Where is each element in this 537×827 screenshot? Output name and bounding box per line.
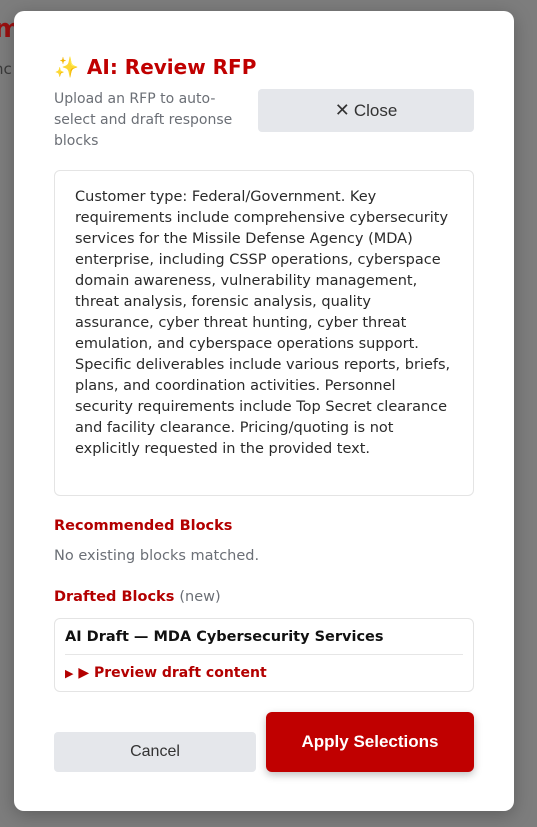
drafted-blocks-heading-text: Drafted Blocks [54, 589, 175, 605]
disclosure-triangle-icon: ▶ [65, 667, 74, 680]
modal-subtitle: Upload an RFP to auto-select and draft r… [54, 91, 233, 149]
modal-title-text: AI: Review RFP [86, 55, 257, 79]
preview-draft-label: ▶ Preview draft content [78, 665, 267, 681]
apply-selections-button[interactable]: Apply Selections [266, 712, 474, 772]
close-button-label: Close [353, 100, 398, 120]
sparkles-icon: ✨ [54, 55, 79, 79]
preview-draft-toggle[interactable]: ▶ ▶ Preview draft content [65, 665, 267, 681]
recommended-blocks-heading-text: Recommended Blocks [54, 518, 233, 534]
drafted-blocks-heading: Drafted Blocks (new) [54, 589, 221, 605]
recommended-blocks-heading: Recommended Blocks [54, 518, 232, 534]
close-icon: ✕ [334, 100, 350, 120]
draft-block-title: AI Draft — MDA Cybersecurity Services [65, 629, 384, 645]
cancel-button[interactable]: Cancel [54, 732, 256, 772]
review-rfp-modal: ✨ AI: Review RFP Upload an RFP to auto-s… [14, 11, 514, 811]
draft-block-card: AI Draft — MDA Cybersecurity Services ▶ … [54, 618, 474, 692]
modal-title: ✨ AI: Review RFP [54, 55, 256, 79]
recommended-blocks-empty: No existing blocks matched. [54, 548, 260, 564]
background-page-subtitle: nc [0, 60, 12, 78]
close-button[interactable]: ✕ Close [258, 89, 474, 132]
drafted-blocks-new-tag: (new) [179, 589, 221, 605]
rfp-summary: Customer type: Federal/Government. Key r… [54, 170, 474, 496]
draft-block-divider [65, 654, 463, 655]
